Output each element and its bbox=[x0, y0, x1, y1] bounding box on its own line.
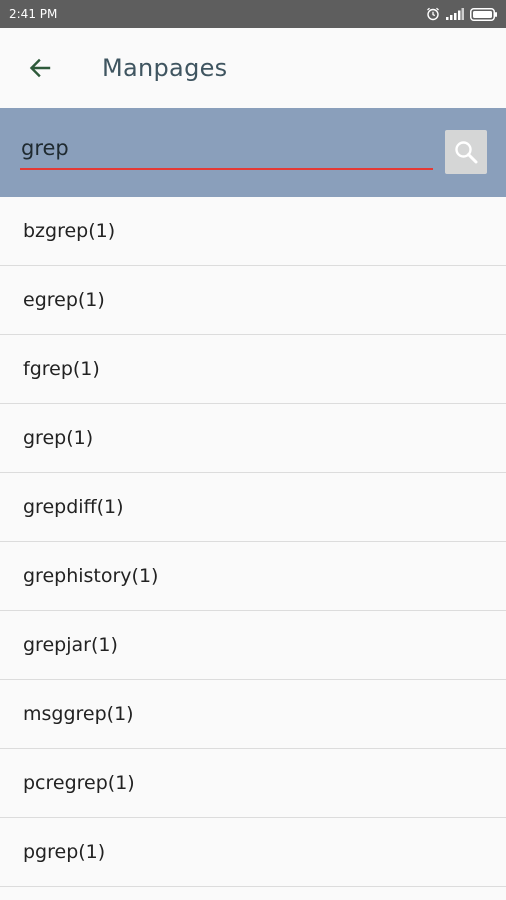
alarm-icon bbox=[427, 7, 439, 21]
list-item[interactable]: fgrep(1) bbox=[0, 335, 506, 404]
list-item[interactable]: pcregrep(1) bbox=[0, 749, 506, 818]
list-item[interactable]: grepjar(1) bbox=[0, 611, 506, 680]
list-item[interactable]: bzgrep(1) bbox=[0, 197, 506, 266]
status-bar: 2:41 PM bbox=[0, 0, 506, 28]
back-button[interactable] bbox=[20, 52, 60, 84]
search-underline bbox=[20, 168, 433, 170]
status-time: 2:41 PM bbox=[9, 7, 58, 21]
list-item[interactable]: egrep(1) bbox=[0, 266, 506, 335]
list-item[interactable]: grepdiff(1) bbox=[0, 473, 506, 542]
search-button[interactable] bbox=[445, 130, 487, 174]
search-icon bbox=[455, 141, 478, 164]
signal-icon bbox=[446, 8, 464, 20]
search-input[interactable] bbox=[20, 130, 433, 166]
arrow-left-icon bbox=[29, 58, 51, 78]
battery-icon bbox=[470, 7, 497, 21]
result-list: bzgrep(1) egrep(1) fgrep(1) grep(1) grep… bbox=[0, 197, 506, 887]
list-item[interactable]: grep(1) bbox=[0, 404, 506, 473]
page-title: Manpages bbox=[102, 54, 228, 82]
list-item[interactable]: pgrep(1) bbox=[0, 818, 506, 887]
status-icons bbox=[426, 7, 498, 21]
list-item[interactable]: grephistory(1) bbox=[0, 542, 506, 611]
list-item[interactable]: msggrep(1) bbox=[0, 680, 506, 749]
app-bar: Manpages bbox=[0, 28, 506, 108]
